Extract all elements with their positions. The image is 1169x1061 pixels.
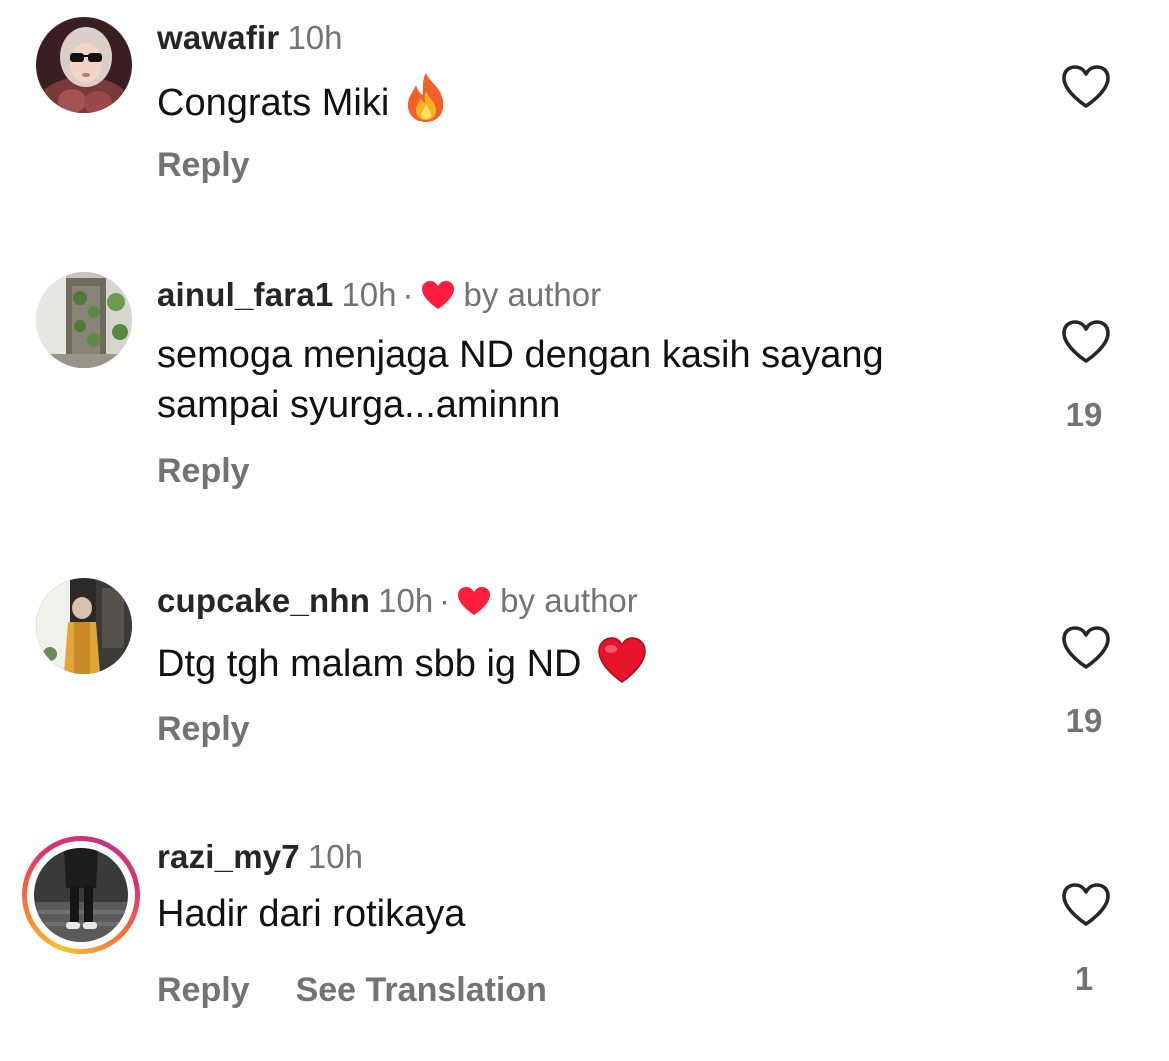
like-button[interactable]: [1060, 882, 1112, 928]
comment-actions: Reply See Translation: [157, 970, 547, 1010]
like-button[interactable]: [1060, 625, 1112, 671]
heart-outline-icon: [1062, 883, 1110, 926]
like-button[interactable]: [1060, 64, 1112, 110]
separator-dot: ·: [439, 582, 451, 619]
comment-meta: cupcake_nhn 10h · by author: [157, 581, 638, 621]
username[interactable]: cupcake_nhn: [157, 582, 370, 619]
reply-button[interactable]: Reply: [157, 146, 250, 184]
by-author-label: by author: [463, 276, 602, 313]
heart-outline-icon: [1062, 320, 1110, 363]
heart-filled-icon: [456, 585, 492, 617]
heart-outline-icon: [1062, 65, 1110, 108]
like-count[interactable]: 19: [1040, 395, 1128, 435]
heart-outline-icon: [1062, 626, 1110, 669]
reply-button[interactable]: Reply: [157, 971, 250, 1009]
separator-dot: ·: [402, 276, 414, 313]
timestamp: 10h: [378, 582, 434, 619]
avatar[interactable]: [36, 17, 132, 113]
comment-text-content: Dtg tgh malam sbb ig ND: [157, 643, 582, 685]
comment-text: Dtg tgh malam sbb ig ND: [157, 636, 1037, 697]
by-author-label: by author: [500, 582, 638, 619]
reply-button[interactable]: Reply: [157, 710, 250, 748]
avatar[interactable]: [36, 272, 132, 368]
comment-text: Hadir dari rotikaya: [157, 889, 1037, 939]
reply-button[interactable]: Reply: [157, 452, 250, 490]
comment-text-line: sampai syurga...aminnn: [157, 384, 561, 426]
comment-meta: wawafir 10h: [157, 18, 343, 58]
timestamp: 10h: [307, 838, 363, 875]
avatar[interactable]: [36, 578, 132, 674]
timestamp: 10h: [287, 19, 343, 56]
username[interactable]: wawafir: [157, 19, 279, 56]
like-button[interactable]: [1060, 319, 1112, 365]
like-count[interactable]: 1: [1040, 959, 1128, 999]
username[interactable]: razi_my7: [157, 838, 300, 875]
username[interactable]: ainul_fara1: [157, 276, 333, 313]
fire-emoji: [403, 71, 449, 136]
see-translation-button[interactable]: See Translation: [296, 971, 547, 1009]
comment-text: semoga menjaga ND dengan kasih sayang sa…: [157, 330, 1037, 430]
comment-text-content: Congrats Miki: [157, 82, 390, 124]
comment-actions: Reply: [157, 451, 250, 491]
comment-meta: razi_my7 10h: [157, 837, 363, 877]
timestamp: 10h: [341, 276, 397, 313]
comment-text-line: semoga menjaga ND dengan kasih sayang: [157, 334, 884, 376]
comment-actions: Reply: [157, 709, 250, 749]
comment-text: Congrats Miki: [157, 71, 1037, 136]
heart-filled-icon: [420, 279, 456, 311]
red-heart-emoji: [596, 636, 648, 697]
like-count[interactable]: 19: [1040, 701, 1128, 741]
comment-text-content: Hadir dari rotikaya: [157, 893, 466, 935]
avatar-story-ring[interactable]: [22, 836, 140, 954]
comment-actions: Reply: [157, 145, 250, 185]
avatar: [34, 848, 128, 942]
comment-meta: ainul_fara1 10h · by author: [157, 275, 601, 315]
